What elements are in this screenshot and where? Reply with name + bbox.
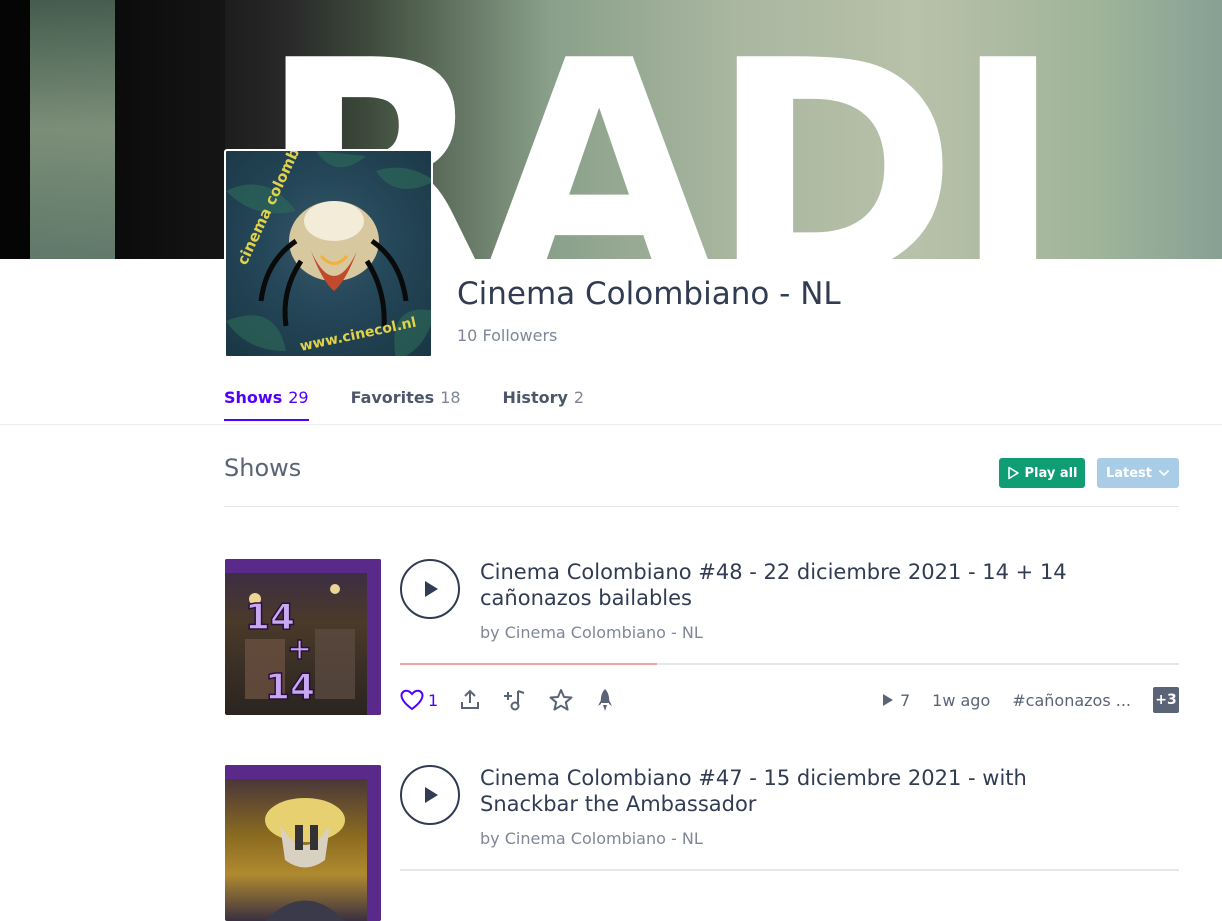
- play-icon: [425, 581, 438, 597]
- share-icon: [461, 689, 480, 709]
- section-title: Shows: [224, 454, 302, 482]
- more-tags-badge[interactable]: +3: [1153, 687, 1179, 713]
- play-all-label: Play all: [1024, 465, 1078, 481]
- banner-stripe: [30, 0, 115, 259]
- progress-fill: [400, 663, 658, 665]
- section-divider: [224, 506, 1179, 507]
- profile-name: Cinema Colombiano - NL: [457, 276, 841, 312]
- show-artwork: [225, 765, 381, 921]
- show-item: Cinema Colombiano #47 - 15 diciembre 202…: [224, 765, 1179, 921]
- star-icon: [549, 689, 573, 711]
- play-all-button[interactable]: Play all: [999, 458, 1085, 488]
- tab-count: 18: [440, 388, 461, 407]
- tabs-divider: [0, 424, 1222, 425]
- show-tag[interactable]: #cañonazos ...: [1012, 691, 1131, 710]
- show-meta: 7 1w ago #cañonazos ... +3: [882, 687, 1179, 713]
- tab-label: Favorites: [350, 388, 435, 407]
- play-count-icon: [882, 694, 893, 706]
- show-thumbnail[interactable]: [225, 765, 381, 921]
- sort-dropdown[interactable]: Latest: [1097, 458, 1179, 488]
- rocket-icon: [598, 689, 613, 711]
- add-music-icon: [504, 690, 525, 711]
- sort-label: Latest: [1105, 465, 1153, 481]
- tab-count: 2: [573, 388, 585, 407]
- show-actions: 1 7 1w ago #cañonazos ... +3: [400, 685, 1179, 715]
- play-button[interactable]: [400, 559, 460, 619]
- boost-button[interactable]: [594, 687, 616, 713]
- show-thumbnail[interactable]: 14 + 14: [225, 559, 381, 715]
- show-title[interactable]: Cinema Colombiano #48 - 22 diciembre 202…: [480, 559, 1080, 611]
- chevron-down-icon: [1158, 469, 1170, 477]
- show-age: 1w ago: [932, 690, 991, 710]
- show-item: 14 + 14 Cinema Colombiano #48 - 22 dicie…: [224, 559, 1179, 715]
- profile-tabs: Shows 29 Favorites 18 History 2: [224, 388, 584, 421]
- banner-stripe: [0, 0, 30, 259]
- play-button[interactable]: [400, 765, 460, 825]
- tab-label: History: [502, 388, 568, 407]
- show-title[interactable]: Cinema Colombiano #47 - 15 diciembre 202…: [480, 765, 1080, 817]
- tab-shows[interactable]: Shows 29: [224, 388, 309, 421]
- show-progress-bar[interactable]: [400, 663, 1179, 665]
- show-artwork: 14 + 14: [225, 559, 381, 715]
- play-icon: [425, 787, 438, 803]
- tab-count: 29: [288, 388, 309, 407]
- show-progress-bar[interactable]: [400, 869, 1179, 871]
- share-button[interactable]: [458, 688, 482, 712]
- svg-text:+: +: [287, 632, 312, 667]
- avatar-artwork: cinema colombiano www.cinecol.nl: [226, 151, 431, 356]
- svg-text:14: 14: [265, 667, 315, 708]
- play-outline-icon: [1008, 466, 1020, 480]
- tab-favorites[interactable]: Favorites 18: [351, 388, 461, 421]
- play-count-value: 7: [899, 690, 911, 710]
- profile-banner: RADI: [0, 0, 1222, 259]
- show-author[interactable]: by Cinema Colombiano - NL: [480, 829, 703, 848]
- heart-icon: [400, 689, 424, 711]
- play-count: 7: [882, 691, 910, 710]
- tab-label: Shows: [224, 388, 283, 407]
- show-author[interactable]: by Cinema Colombiano - NL: [480, 623, 703, 642]
- like-button[interactable]: 1: [400, 689, 438, 711]
- banner-stripe: [115, 0, 225, 259]
- favorite-button[interactable]: [548, 688, 574, 712]
- tab-history[interactable]: History 2: [503, 388, 585, 421]
- add-to-playlist-button[interactable]: [502, 688, 528, 712]
- like-count: 1: [428, 690, 439, 710]
- followers-count[interactable]: 10 Followers: [457, 326, 557, 345]
- profile-avatar[interactable]: cinema colombiano www.cinecol.nl: [224, 149, 433, 358]
